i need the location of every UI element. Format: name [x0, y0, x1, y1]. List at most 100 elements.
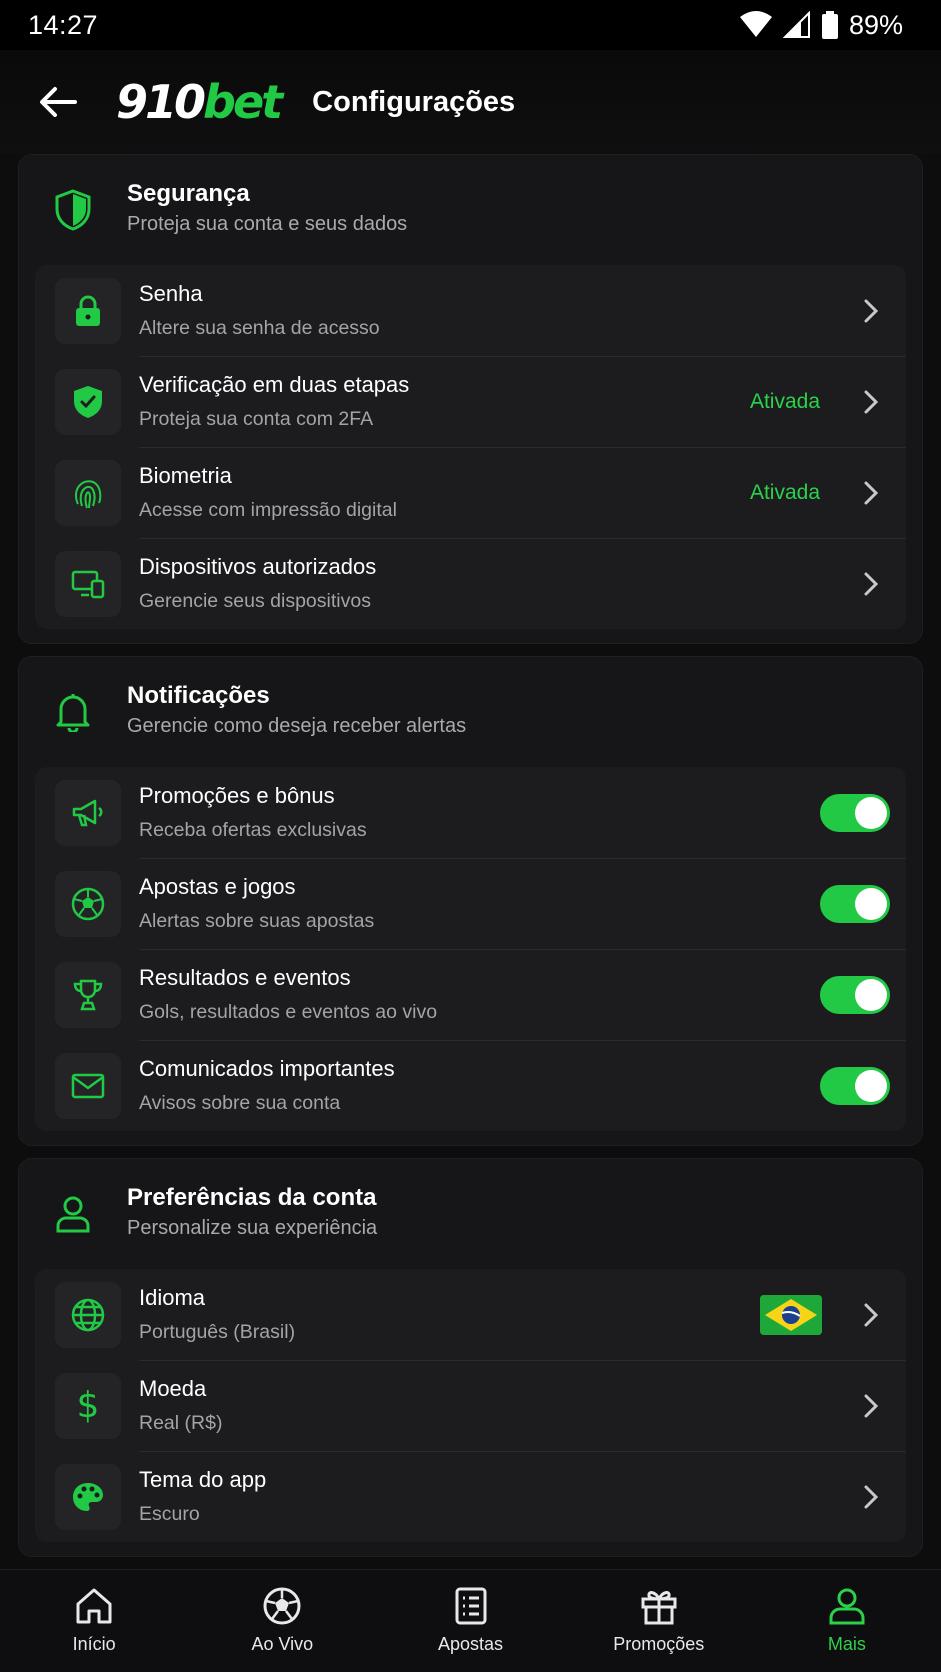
dollar-icon: $ — [55, 1372, 121, 1439]
nav-label: Apostas — [437, 1634, 504, 1654]
item-subtitle: Acesse com impressão digital — [139, 499, 397, 521]
item-subtitle: Gerencie seus dispositivos — [139, 590, 371, 612]
brand-logo: 910bet — [116, 75, 283, 129]
list-icon — [455, 1587, 486, 1625]
security-list: Senha Altere sua senha de acesso Verific… — [35, 265, 906, 629]
preferences-list: Idioma Português (Brasil) $ Moeda Real (… — [35, 1269, 906, 1542]
battery-icon — [821, 11, 838, 39]
shield-icon — [53, 188, 93, 232]
status-time: 14:27 — [28, 9, 99, 40]
section-title: Preferências da conta — [127, 1184, 377, 1211]
security-item-password[interactable]: Senha Altere sua senha de acesso — [35, 265, 906, 356]
status-badge: Ativada — [749, 480, 820, 504]
battery-percent: 89% — [848, 9, 903, 40]
item-subtitle: Gols, resultados e eventos ao vivo — [139, 1001, 438, 1023]
section-subtitle: Proteja sua conta e seus dados — [127, 213, 408, 235]
chevron-right-icon — [856, 1482, 886, 1512]
announcements-toggle[interactable] — [820, 1066, 890, 1105]
nav-item-live[interactable]: Ao Vivo — [188, 1570, 376, 1672]
security-item-devices[interactable]: Dispositivos autorizados Gerencie seus d… — [35, 538, 906, 629]
security-item-2fa[interactable]: Verificação em duas etapas Proteja sua c… — [35, 356, 906, 447]
item-title: Apostas e jogos — [139, 874, 296, 899]
item-title: Dispositivos autorizados — [139, 554, 377, 579]
toggle-knob — [855, 887, 887, 920]
logo-brand: bet — [203, 75, 283, 129]
user-icon — [53, 1192, 93, 1236]
lock-icon — [55, 277, 121, 344]
home-icon — [76, 1588, 112, 1624]
bottom-nav: Início Ao Vivo Apostas Promoções Mais — [0, 1569, 941, 1672]
toggle-knob — [855, 978, 887, 1011]
megaphone-icon — [55, 779, 121, 846]
chevron-right-icon — [856, 1300, 886, 1330]
notifications-section: Notificações Gerencie como deseja recebe… — [18, 656, 923, 1146]
soccer-ball-icon — [263, 1587, 301, 1625]
nav-item-promotions[interactable]: Promoções — [565, 1570, 753, 1672]
gift-icon — [641, 1591, 677, 1625]
notification-item-promotions: Promoções e bônus Receba ofertas exclusi… — [35, 767, 906, 858]
item-title: Idioma — [139, 1285, 206, 1310]
item-subtitle: Receba ofertas exclusivas — [139, 819, 367, 841]
logo-number: 910 — [116, 75, 206, 129]
security-section: Segurança Proteja sua conta e seus dados… — [18, 154, 923, 644]
fingerprint-icon — [55, 459, 121, 526]
item-title: Tema do app — [139, 1467, 267, 1492]
preference-item-theme[interactable]: Tema do app Escuro — [35, 1451, 906, 1542]
item-title: Verificação em duas etapas — [139, 372, 410, 397]
status-icons: 89% — [739, 10, 903, 41]
page-title: Configurações — [312, 85, 516, 118]
devices-icon — [55, 550, 121, 617]
chevron-right-icon — [856, 387, 886, 417]
nav-label: Ao Vivo — [251, 1634, 314, 1654]
chevron-right-icon — [856, 569, 886, 599]
item-title: Comunicados importantes — [139, 1056, 395, 1081]
item-subtitle: Altere sua senha de acesso — [139, 317, 380, 339]
trophy-icon — [55, 961, 121, 1028]
item-title: Biometria — [139, 463, 232, 488]
item-subtitle: Avisos sobre sua conta — [139, 1092, 341, 1114]
notification-item-results: Resultados e eventos Gols, resultados e … — [35, 949, 906, 1040]
globe-icon — [55, 1281, 121, 1348]
section-header: Preferências da conta Personalize sua ex… — [35, 1159, 906, 1269]
bets-toggle[interactable] — [820, 884, 890, 923]
mail-icon — [55, 1052, 121, 1119]
item-subtitle: Alertas sobre suas apostas — [139, 910, 375, 932]
item-subtitle: Português (Brasil) — [139, 1321, 296, 1343]
soccer-ball-icon — [55, 870, 121, 937]
notifications-list: Promoções e bônus Receba ofertas exclusi… — [35, 767, 906, 1131]
preference-item-currency[interactable]: $ Moeda Real (R$) — [35, 1360, 906, 1451]
arrow-left-icon — [40, 87, 77, 117]
nav-label: Início — [72, 1634, 116, 1654]
item-title: Resultados e eventos — [139, 965, 351, 990]
preference-item-language[interactable]: Idioma Português (Brasil) — [35, 1269, 906, 1360]
results-toggle[interactable] — [820, 975, 890, 1014]
item-title: Promoções e bônus — [139, 783, 335, 808]
brazil-flag-icon — [760, 1294, 822, 1335]
security-item-biometrics[interactable]: Biometria Acesse com impressão digital A… — [35, 447, 906, 538]
section-header: Segurança Proteja sua conta e seus dados — [35, 155, 906, 265]
nav-item-home[interactable]: Início — [0, 1570, 188, 1672]
item-title: Moeda — [139, 1376, 207, 1401]
section-title: Segurança — [127, 180, 250, 207]
back-button[interactable] — [28, 72, 88, 132]
chevron-right-icon — [856, 296, 886, 326]
bell-icon — [53, 690, 93, 734]
item-subtitle: Proteja sua conta com 2FA — [139, 408, 374, 430]
status-badge: Ativada — [749, 389, 820, 413]
notification-item-bets: Apostas e jogos Alertas sobre suas apost… — [35, 858, 906, 949]
app-bar: 910bet Configurações — [0, 50, 941, 154]
nav-label: Promoções — [613, 1634, 705, 1654]
palette-icon — [55, 1463, 121, 1530]
promotions-toggle[interactable] — [820, 793, 890, 832]
nav-item-more[interactable]: Mais — [753, 1570, 941, 1672]
settings-content: Segurança Proteja sua conta e seus dados… — [18, 154, 923, 1569]
chevron-right-icon — [856, 1391, 886, 1421]
section-subtitle: Personalize sua experiência — [127, 1217, 378, 1239]
cell-signal-icon — [782, 11, 810, 38]
shield-check-icon — [55, 368, 121, 435]
preferences-section: Preferências da conta Personalize sua ex… — [18, 1158, 923, 1557]
item-subtitle: Real (R$) — [139, 1412, 223, 1434]
chevron-right-icon — [856, 478, 886, 508]
item-subtitle: Escuro — [139, 1503, 200, 1525]
nav-item-bets[interactable]: Apostas — [376, 1570, 564, 1672]
